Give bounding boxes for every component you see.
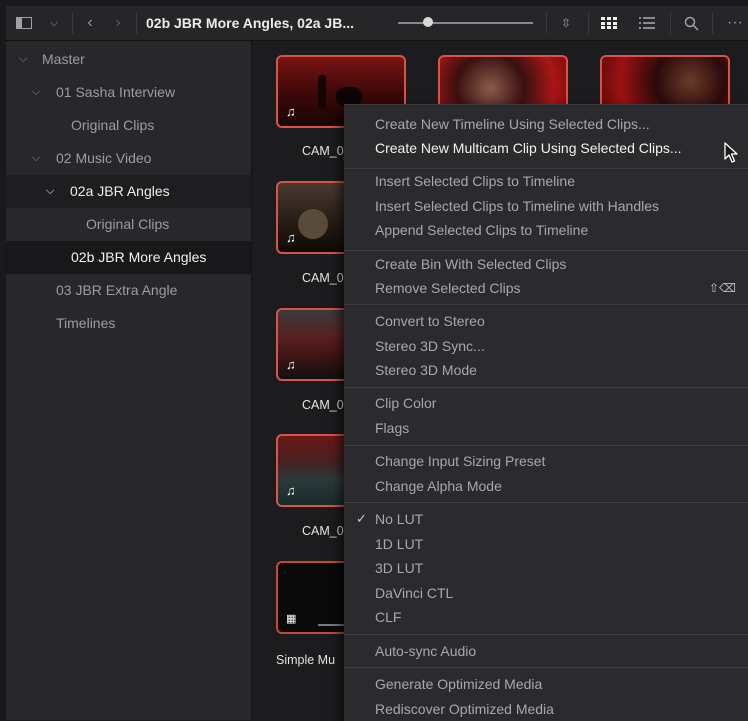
- menu-item-clip-color[interactable]: Clip Color: [344, 391, 748, 415]
- sidebar-item-original-clips-2[interactable]: Original Clips: [6, 208, 251, 241]
- sidebar-item-master[interactable]: ⌵ Master: [6, 43, 251, 76]
- menu-item-change-alpha-mode[interactable]: Change Alpha Mode: [344, 474, 748, 498]
- clip-label: CAM_0: [302, 524, 344, 538]
- bin-list-sidebar: ⌵ Master ⌵ 01 Sasha Interview Original C…: [6, 41, 252, 720]
- sidebar-item-sasha-interview[interactable]: ⌵ 01 Sasha Interview: [6, 76, 251, 109]
- shortcut-label: ⇧⌫: [708, 281, 736, 295]
- clip-label: CAM_0: [302, 398, 344, 412]
- menu-item-create-bin[interactable]: Create Bin With Selected Clips: [344, 252, 748, 276]
- menu-item-rediscover-optimized-media[interactable]: Rediscover Optimized Media: [344, 697, 748, 721]
- multicam-icon: ▦: [286, 613, 297, 625]
- sidebar-item-timelines[interactable]: Timelines: [6, 307, 251, 340]
- menu-item-remove-clips[interactable]: Remove Selected Clips ⇧⌫: [344, 276, 748, 300]
- context-menu: Create New Timeline Using Selected Clips…: [344, 104, 748, 721]
- menu-item-3d-lut[interactable]: 3D LUT: [344, 556, 748, 580]
- checkmark-icon: ✓: [356, 511, 367, 526]
- menu-item-stereo-3d-mode[interactable]: Stereo 3D Mode: [344, 358, 748, 382]
- audio-note-icon: ♫: [286, 483, 296, 498]
- sidebar-item-jbr-angles[interactable]: ⌵ 02a JBR Angles: [6, 175, 251, 208]
- menu-item-convert-to-stereo[interactable]: Convert to Stereo: [344, 309, 748, 333]
- zoom-slider-track[interactable]: [398, 22, 533, 24]
- menu-separator: [344, 502, 748, 503]
- list-view-icon[interactable]: [636, 6, 658, 40]
- menu-item-1d-lut[interactable]: 1D LUT: [344, 532, 748, 556]
- back-icon[interactable]: ‹: [80, 6, 100, 40]
- sidebar-toggle-icon[interactable]: [12, 6, 36, 40]
- menu-item-flags[interactable]: Flags: [344, 416, 748, 440]
- menu-separator: [344, 634, 748, 635]
- clip-label: Simple Mu: [276, 653, 336, 667]
- menu-item-clf[interactable]: CLF: [344, 605, 748, 629]
- chevron-down-icon[interactable]: ⌵: [44, 6, 64, 40]
- chevron-down-icon[interactable]: ⌵: [19, 43, 27, 76]
- menu-item-create-new-multicam-clip[interactable]: Create New Multicam Clip Using Selected …: [344, 136, 748, 160]
- menu-item-generate-optimized-media[interactable]: Generate Optimized Media: [344, 672, 748, 696]
- media-pool-toolbar: ⌵ ‹ › 02b JBR More Angles, 02a JB... ⇳ ·…: [6, 6, 748, 41]
- menu-item-insert-clips[interactable]: Insert Selected Clips to Timeline: [344, 169, 748, 193]
- menu-item-stereo-3d-sync[interactable]: Stereo 3D Sync...: [344, 334, 748, 358]
- zoom-slider-handle[interactable]: [422, 17, 433, 27]
- menu-separator: [344, 304, 748, 305]
- bin-title: 02b JBR More Angles, 02a JB...: [146, 15, 354, 31]
- menu-separator: [344, 445, 748, 446]
- chevron-down-icon[interactable]: ⌵: [46, 175, 54, 208]
- menu-item-append-clips[interactable]: Append Selected Clips to Timeline: [344, 218, 748, 242]
- clip-label: CAM_0: [302, 144, 344, 158]
- sidebar-item-jbr-more-angles[interactable]: 02b JBR More Angles: [6, 241, 251, 274]
- more-icon[interactable]: ···: [722, 6, 748, 40]
- audio-note-icon: ♫: [286, 104, 296, 119]
- grid-view-icon[interactable]: [598, 6, 620, 40]
- forward-icon[interactable]: ›: [108, 6, 128, 40]
- sidebar-item-original-clips[interactable]: Original Clips: [6, 109, 251, 142]
- menu-item-auto-sync-audio[interactable]: Auto-sync Audio: [344, 639, 748, 663]
- menu-separator: [344, 387, 748, 388]
- menu-separator: [344, 667, 748, 668]
- chevron-down-icon[interactable]: ⌵: [32, 76, 40, 109]
- sort-icon[interactable]: ⇳: [556, 6, 576, 40]
- sidebar-item-music-video[interactable]: ⌵ 02 Music Video: [6, 142, 251, 175]
- clip-label: CAM_0: [302, 271, 344, 285]
- menu-item-no-lut[interactable]: ✓ No LUT: [344, 507, 748, 531]
- menu-item-davinci-ctl[interactable]: DaVinci CTL: [344, 581, 748, 605]
- menu-item-insert-clips-handles[interactable]: Insert Selected Clips to Timeline with H…: [344, 194, 748, 218]
- sidebar-item-jbr-extra-angle[interactable]: 03 JBR Extra Angle: [6, 274, 251, 307]
- menu-item-change-input-sizing[interactable]: Change Input Sizing Preset: [344, 449, 748, 473]
- menu-item-create-new-timeline[interactable]: Create New Timeline Using Selected Clips…: [344, 112, 748, 136]
- search-icon[interactable]: [680, 6, 702, 40]
- mouse-cursor-icon: [724, 142, 740, 169]
- menu-separator: [344, 250, 748, 251]
- audio-note-icon: ♫: [286, 357, 296, 372]
- chevron-down-icon[interactable]: ⌵: [32, 142, 40, 175]
- audio-note-icon: ♫: [286, 230, 296, 245]
